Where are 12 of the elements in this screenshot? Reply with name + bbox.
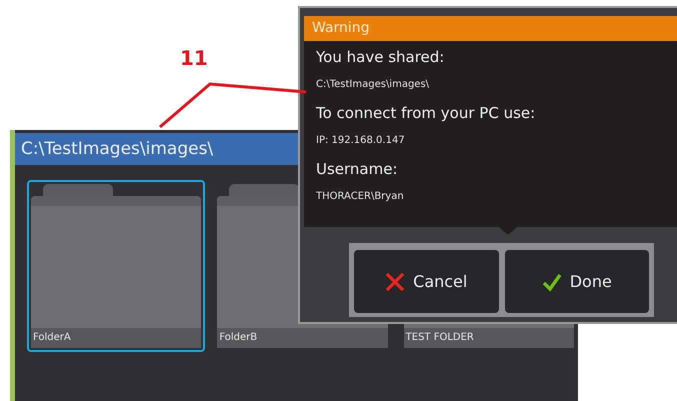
check-icon [542, 272, 562, 292]
message-value: C:\TestImages\images\ [316, 78, 430, 92]
callout-number: 11 [180, 47, 208, 69]
message-heading: To connect from your PC use: [316, 103, 536, 124]
folder-tile[interactable]: FolderA [27, 180, 206, 352]
message-heading: You have shared: [316, 47, 446, 68]
message-value: IP: 192.168.0.147 [316, 134, 406, 148]
done-button[interactable]: Done [504, 250, 649, 313]
close-icon [385, 272, 406, 292]
message-value: THORACER\Bryan [316, 190, 405, 204]
cancel-button[interactable]: Cancel [354, 250, 498, 313]
dialog-title: Warning [304, 16, 677, 41]
